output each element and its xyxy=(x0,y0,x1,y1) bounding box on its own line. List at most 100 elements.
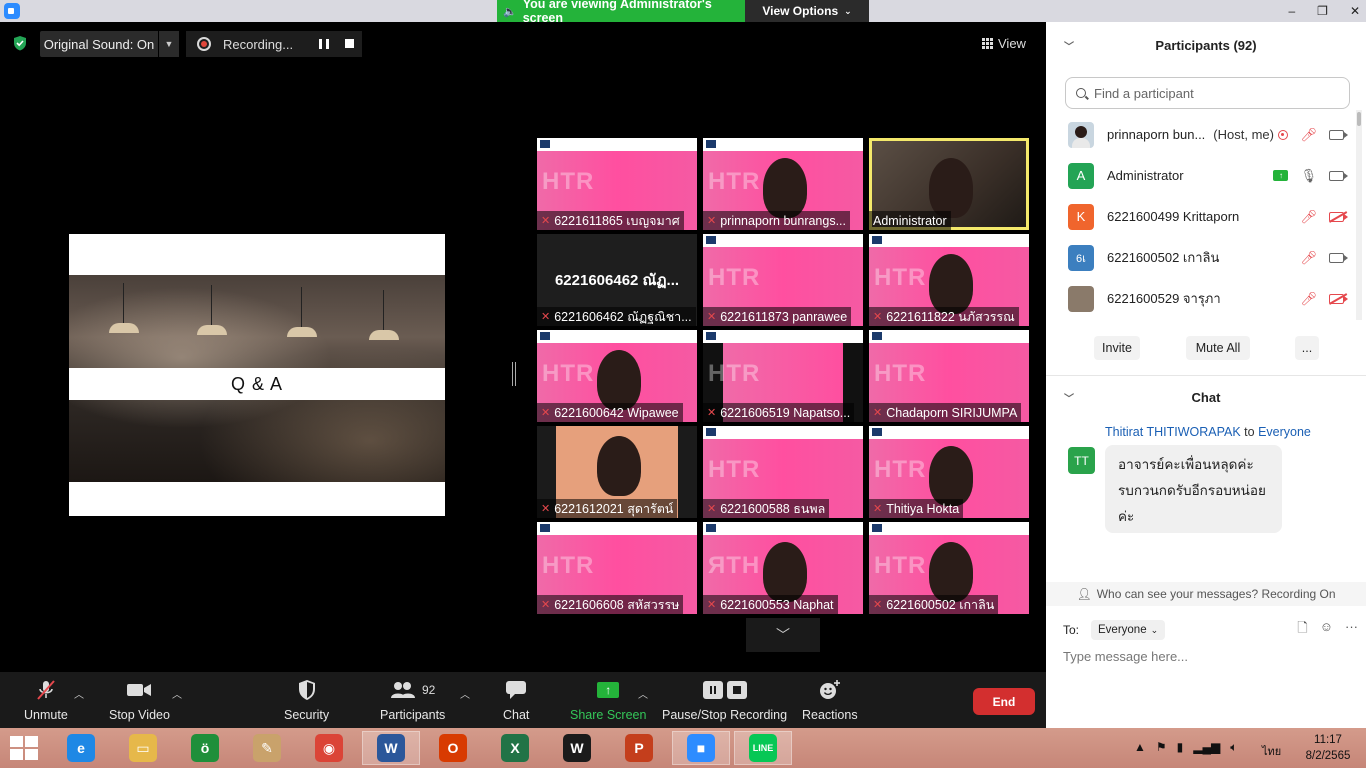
taskbar-app-office[interactable]: O xyxy=(424,731,482,765)
tray-up-arrow-icon[interactable]: ▲ xyxy=(1134,740,1146,755)
security-shield-icon[interactable] xyxy=(12,35,28,51)
video-tile[interactable]: HTR ✕ 6221611873 panrawee xyxy=(703,234,863,326)
video-tile[interactable]: ЯTH ✕ 6221600553 Naphat xyxy=(703,522,863,614)
paint-icon: ✎ xyxy=(253,734,281,762)
video-tile[interactable]: 6221606462 ณัฏ... ✕ 6221606462 ณัฏฐณิชา... xyxy=(537,234,697,326)
video-tile[interactable]: HTR ✕ 6221600502 เกาลิน xyxy=(869,522,1029,614)
more-icon[interactable]: ··· xyxy=(1345,619,1358,641)
windows-start-icon[interactable] xyxy=(10,736,38,760)
view-layout-button[interactable]: View xyxy=(982,31,1038,55)
taskbar-app-excel[interactable]: X xyxy=(486,731,544,765)
message-line: รบกวนกดรับอีกรอบหน่อย xyxy=(1118,483,1266,498)
participant-row[interactable]: K 6221600499 Krittaporn 🎤︎ xyxy=(1046,196,1356,237)
participant-list-scrollbar[interactable] xyxy=(1356,110,1362,320)
video-tile[interactable]: ✕ 6221612021 สุดารัตน์ xyxy=(537,426,697,518)
video-options-caret[interactable]: ︿ xyxy=(172,686,182,701)
unmute-button[interactable]: Unmute xyxy=(24,678,68,722)
pause-recording-icon[interactable] xyxy=(319,39,329,49)
volume-icon[interactable]: 🔈︎ xyxy=(1230,740,1237,755)
invite-button[interactable]: Invite xyxy=(1094,336,1140,360)
taskbar-app-webex[interactable]: W xyxy=(548,731,606,765)
video-camera-icon[interactable] xyxy=(1329,170,1348,181)
video-camera-off-icon[interactable] xyxy=(1329,293,1348,304)
participant-row[interactable]: 6เ 6221600502 เกาลิน 🎤︎ xyxy=(1046,237,1356,278)
meeting-toolbar: Unmute ︿ Stop Video ︿ Security 92 Partic… xyxy=(0,672,1046,728)
participant-search-input[interactable]: Find a participant xyxy=(1065,77,1350,109)
stop-video-button[interactable]: Stop Video xyxy=(109,678,170,722)
taskbar-app-zoom[interactable]: ■ xyxy=(672,731,730,765)
maximize-button[interactable]: ❐ xyxy=(1317,4,1328,18)
reactions-button[interactable]: Reactions xyxy=(802,678,858,722)
participants-button[interactable]: 92 Participants xyxy=(380,678,445,722)
microphone-off-icon[interactable]: 🎤︎ xyxy=(1300,127,1317,143)
pause-stop-recording-button[interactable]: Pause/Stop Recording xyxy=(662,678,787,722)
share-screen-button[interactable]: ↑ Share Screen xyxy=(570,678,646,722)
chat-button[interactable]: Chat xyxy=(503,678,529,722)
close-button[interactable]: ✕ xyxy=(1350,4,1360,18)
video-tile[interactable]: HTR ✕ Chadaporn SIRIJUMPA xyxy=(869,330,1029,422)
participant-name: 6221600499 Krittaporn xyxy=(1107,209,1240,224)
participant-row[interactable]: 6221600529 จารุภา 🎤︎ xyxy=(1046,278,1356,319)
taskbar-app-chrome[interactable]: ◉ xyxy=(300,731,358,765)
taskbar-app-word[interactable]: W xyxy=(362,731,420,765)
word-icon: W xyxy=(377,734,405,762)
collapse-chevron-icon[interactable]: ﹀ xyxy=(1064,390,1074,405)
original-sound-dropdown[interactable]: ▼ xyxy=(159,31,179,57)
shared-screen[interactable]: Q & A xyxy=(6,234,508,516)
video-tile[interactable]: HTR ✕ 6221600588 ธนพล xyxy=(703,426,863,518)
audio-options-caret[interactable]: ︿ xyxy=(74,686,84,701)
collapse-chevron-icon[interactable]: ﹀ xyxy=(1064,38,1074,53)
participant-row[interactable]: A Administrator ↑ 🎙︎ xyxy=(1046,155,1356,196)
pause-stop-recording-label: Pause/Stop Recording xyxy=(662,708,788,722)
participants-options-caret[interactable]: ︿ xyxy=(460,686,470,701)
view-options-button[interactable]: View Options ⌄ xyxy=(745,0,869,22)
video-tile[interactable]: HTR ✕ 6221606608 สหัสวรรษ xyxy=(537,522,697,614)
input-language[interactable]: ไทย xyxy=(1262,742,1281,760)
video-tile[interactable]: HTR ✕ 6221611865 เบญจมาศ xyxy=(537,138,697,230)
chat-message-input[interactable]: Type message here... xyxy=(1063,649,1353,669)
video-tile[interactable]: HTR ✕ 6221611822 นภัสวรรณ xyxy=(869,234,1029,326)
microphone-icon[interactable]: 🎙︎ xyxy=(1300,168,1317,184)
end-meeting-button[interactable]: End xyxy=(973,688,1035,715)
microphone-off-icon[interactable]: 🎤︎ xyxy=(1300,209,1317,225)
message-sender[interactable]: Thitirat THITIWORAPAK xyxy=(1105,425,1241,439)
emoji-icon[interactable]: ☺ xyxy=(1320,619,1333,641)
taskbar-app-internet-explorer[interactable]: e xyxy=(52,731,110,765)
participant-row[interactable]: prinnaporn bun... (Host, me) 🎤︎ xyxy=(1046,114,1356,155)
video-tile[interactable]: HTR ✕ 6221606519 Napatso... xyxy=(703,330,863,422)
microphone-off-icon[interactable]: 🎤︎ xyxy=(1300,291,1317,307)
taskbar-app-line[interactable]: LINE xyxy=(734,731,792,765)
network-icon[interactable]: ▂▄▆ xyxy=(1193,740,1220,755)
original-sound-button[interactable]: Original Sound: On xyxy=(40,31,158,57)
security-button[interactable]: Security xyxy=(284,678,329,722)
minimize-button[interactable]: – xyxy=(1288,4,1295,18)
file-icon[interactable]: 🗋 xyxy=(1297,619,1307,641)
video-tile[interactable]: Administrator xyxy=(869,138,1029,230)
video-tile[interactable]: HTR ✕ 6221600642 Wipawee xyxy=(537,330,697,422)
taskbar-app-file-explorer[interactable]: ▭ xyxy=(114,731,172,765)
microphone-off-icon[interactable]: 🎤︎ xyxy=(1300,250,1317,266)
microphone-off-icon: ✕ xyxy=(541,407,551,419)
next-page-button[interactable]: ﹀ xyxy=(746,618,820,652)
battery-icon[interactable]: ▮ xyxy=(1177,740,1184,755)
flag-icon[interactable]: ⚑ xyxy=(1156,740,1167,755)
message-line: ค่ะ xyxy=(1118,509,1135,524)
recipient-value: Everyone xyxy=(1098,624,1147,636)
clock[interactable]: 11:17 8/2/2565 xyxy=(1296,732,1360,764)
recipient-select[interactable]: Everyone ⌄ xyxy=(1091,620,1166,640)
taskbar-app-paint[interactable]: ✎ xyxy=(238,731,296,765)
video-camera-icon[interactable] xyxy=(1329,252,1348,263)
message-visibility-notice[interactable]: 👤︎ Who can see your messages? Recording … xyxy=(1046,582,1366,606)
tile-name-label: Administrator xyxy=(869,211,951,230)
mute-all-button[interactable]: Mute All xyxy=(1186,336,1250,360)
taskbar-app-powerpoint[interactable]: P xyxy=(610,731,668,765)
video-camera-icon[interactable] xyxy=(1329,129,1348,140)
taskbar-app-app-green-circle[interactable]: ö xyxy=(176,731,234,765)
split-view-handle[interactable] xyxy=(512,362,516,386)
more-options-button[interactable]: ... xyxy=(1295,336,1319,360)
video-tile[interactable]: HTR ✕ prinnaporn bunrangs... xyxy=(703,138,863,230)
stop-recording-icon[interactable] xyxy=(345,39,354,48)
share-options-caret[interactable]: ︿ xyxy=(638,686,648,701)
video-tile[interactable]: HTR ✕ Thitiya Hokta xyxy=(869,426,1029,518)
video-camera-off-icon[interactable] xyxy=(1329,211,1348,222)
